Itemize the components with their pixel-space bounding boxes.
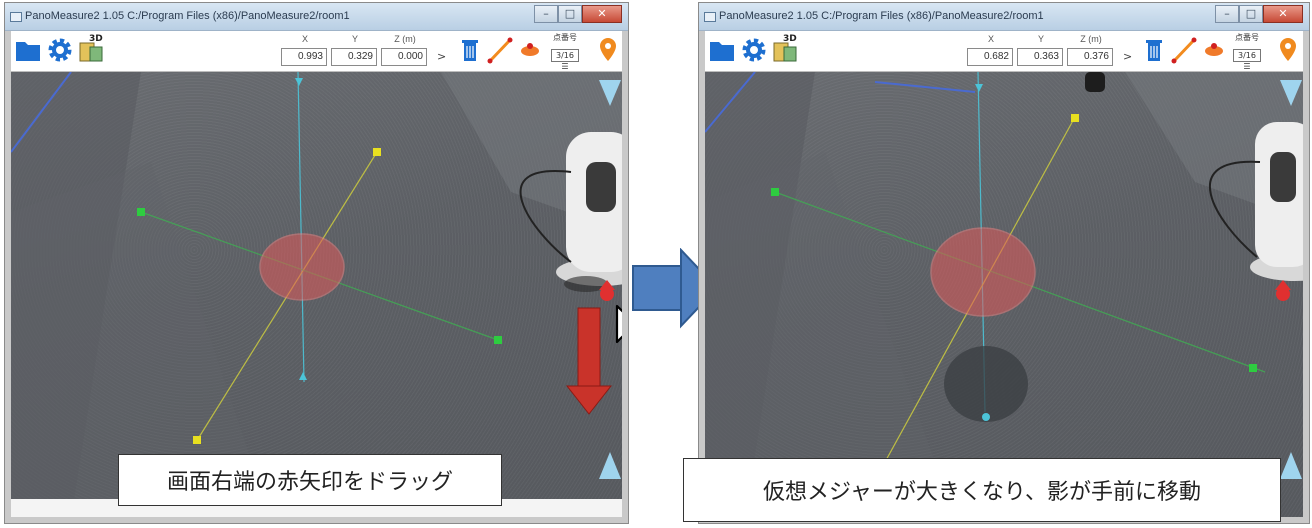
mouse-cursor-icon: [615, 304, 622, 344]
gear-icon[interactable]: [45, 35, 75, 65]
x-label: X: [301, 34, 308, 44]
app-icon: [10, 12, 22, 22]
maximize-button[interactable]: □: [1239, 5, 1263, 23]
title-bar[interactable]: PanoMeasure2 1.05 C:/Program Files (x86)…: [699, 3, 1309, 31]
y-label: Y: [351, 34, 358, 44]
shape-icon[interactable]: [515, 35, 545, 65]
z-label: Z (m): [1080, 34, 1102, 44]
minimize-button[interactable]: –: [1215, 5, 1239, 23]
y-label: Y: [1037, 34, 1044, 44]
right-app-window: PanoMeasure2 1.05 C:/Program Files (x86)…: [698, 2, 1310, 524]
x-label: X: [987, 34, 994, 44]
point-number-panel[interactable]: 点番号 3/16 ☰: [549, 31, 583, 71]
more-button[interactable]: >: [437, 50, 446, 63]
point-number-label: 点番号: [1235, 33, 1259, 42]
x-value[interactable]: 0.682: [967, 48, 1013, 66]
map-pin-icon[interactable]: [1273, 35, 1303, 65]
left-app-window: PanoMeasure2 1.05 C:/Program Files (x86)…: [4, 2, 629, 524]
z-label: Z (m): [394, 34, 416, 44]
scroll-down-triangle[interactable]: [1280, 452, 1302, 479]
maximize-button[interactable]: □: [558, 5, 582, 23]
3d-label: 3D: [783, 34, 797, 44]
folder-icon[interactable]: [13, 35, 43, 65]
window-controls: – □ ✕: [1215, 5, 1303, 23]
x-value[interactable]: 0.993: [281, 48, 327, 66]
point-number-value[interactable]: 3/16 ☰: [1233, 49, 1261, 71]
y-value[interactable]: 0.329: [331, 48, 377, 66]
trash-icon[interactable]: [1139, 35, 1169, 65]
title-bar[interactable]: PanoMeasure2 1.05 C:/Program Files (x86)…: [5, 3, 628, 31]
point-number-panel[interactable]: 点番号 3/16 ☰: [1231, 31, 1265, 71]
measure-line-icon[interactable]: [485, 35, 515, 65]
toolbar: 3D X Y Z (m) 0.993 0.329 0.000 > 点番号 3/1…: [11, 31, 622, 72]
more-button[interactable]: >: [1123, 50, 1132, 63]
measure-line-icon[interactable]: [1169, 35, 1199, 65]
drag-down-arrow: [565, 307, 613, 415]
z-value[interactable]: 0.376: [1067, 48, 1113, 66]
panorama-viewport[interactable]: [11, 72, 622, 517]
window-title: PanoMeasure2 1.05 C:/Program Files (x86)…: [719, 10, 1044, 22]
point-number-label: 点番号: [553, 33, 577, 42]
trash-icon[interactable]: [455, 35, 485, 65]
z-value[interactable]: 0.000: [381, 48, 427, 66]
shape-icon[interactable]: [1199, 35, 1229, 65]
y-value[interactable]: 0.363: [1017, 48, 1063, 66]
window-title: PanoMeasure2 1.05 C:/Program Files (x86)…: [25, 10, 350, 22]
map-pin-icon[interactable]: [593, 35, 623, 65]
3d-view-icon[interactable]: 3D: [771, 34, 801, 65]
window-controls: – □ ✕: [534, 5, 622, 23]
measure-shadow: [944, 346, 1028, 422]
panorama-viewport[interactable]: [705, 72, 1303, 517]
left-caption: 画面右端の赤矢印をドラッグ: [118, 454, 502, 506]
red-drag-marker[interactable]: [1275, 280, 1291, 301]
3d-view-icon[interactable]: 3D: [77, 34, 107, 65]
close-button[interactable]: ✕: [1263, 5, 1303, 23]
point-number-value[interactable]: 3/16 ☰: [551, 49, 579, 71]
folder-icon[interactable]: [707, 35, 737, 65]
right-caption: 仮想メジャーが大きくなり、影が手前に移動: [683, 458, 1281, 522]
close-button[interactable]: ✕: [582, 5, 622, 23]
toolbar: 3D X Y Z (m) 0.682 0.363 0.376 > 点番号 3/1…: [705, 31, 1303, 72]
app-icon: [704, 12, 716, 22]
scroll-down-triangle[interactable]: [599, 452, 621, 479]
minimize-button[interactable]: –: [534, 5, 558, 23]
gear-icon[interactable]: [739, 35, 769, 65]
3d-label: 3D: [89, 34, 103, 44]
